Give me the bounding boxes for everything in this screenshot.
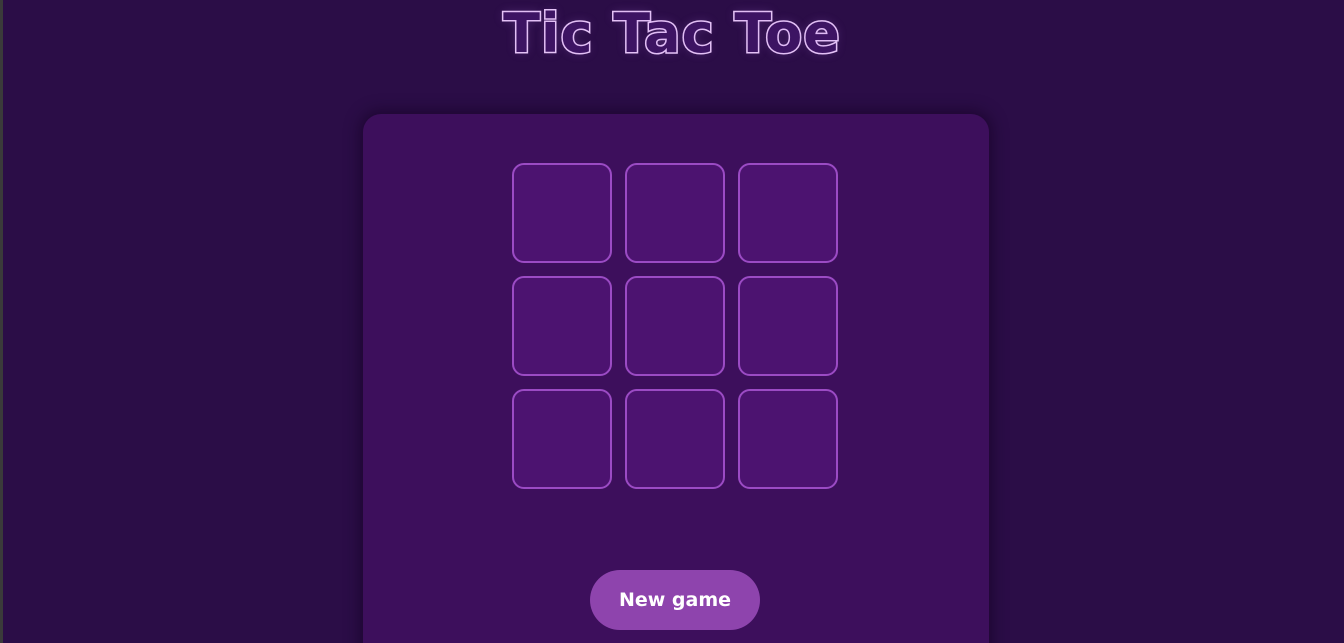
board-cell-5[interactable] <box>625 276 725 376</box>
board-cell-6[interactable] <box>738 276 838 376</box>
board-cell-9[interactable] <box>738 389 838 489</box>
game-board <box>512 163 838 489</box>
board-cell-1[interactable] <box>512 163 612 263</box>
board-cell-7[interactable] <box>512 389 612 489</box>
board-cell-8[interactable] <box>625 389 725 489</box>
game-card: New game <box>363 114 989 643</box>
board-cell-3[interactable] <box>738 163 838 263</box>
game-title: Tic Tac Toe <box>502 1 842 67</box>
new-game-button[interactable]: New game <box>590 570 760 630</box>
board-cell-2[interactable] <box>625 163 725 263</box>
window-edge <box>0 0 3 643</box>
board-cell-4[interactable] <box>512 276 612 376</box>
